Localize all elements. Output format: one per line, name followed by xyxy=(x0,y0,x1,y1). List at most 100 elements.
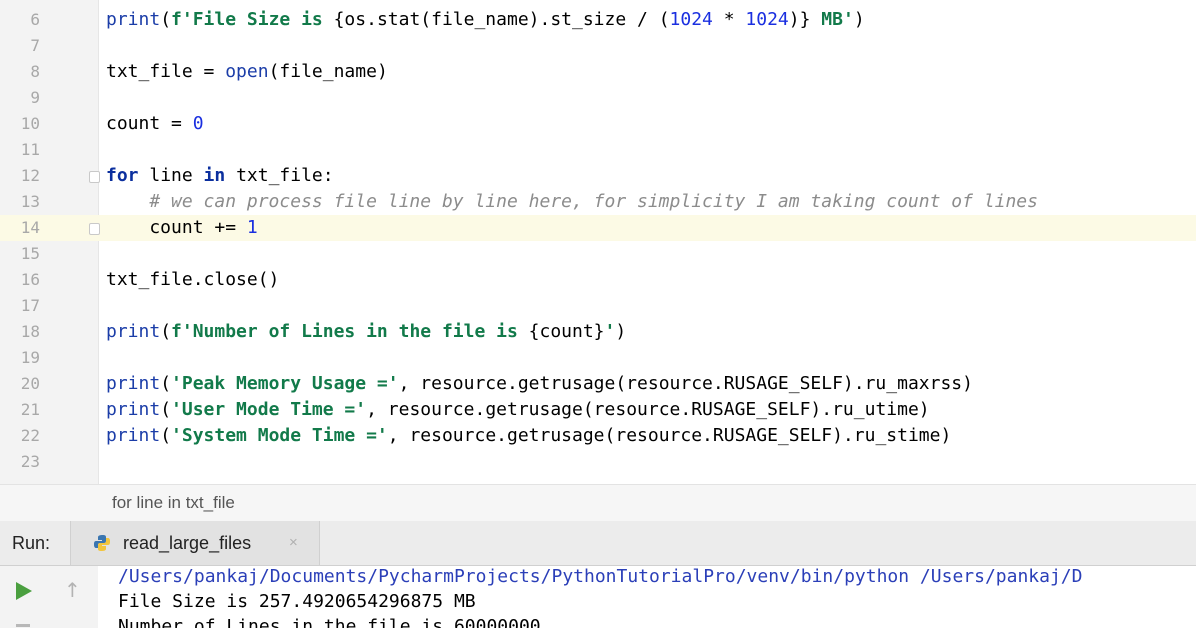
line-number: 23 xyxy=(20,452,40,471)
line-number: 11 xyxy=(20,140,40,159)
code-token: ) xyxy=(853,9,865,30)
line-number: 14 xyxy=(20,218,40,237)
close-tab-icon[interactable]: × xyxy=(289,521,298,565)
code-token: print xyxy=(106,425,161,446)
line-number: 9 xyxy=(30,88,40,107)
breadcrumb-bar: for line in txt_file xyxy=(0,484,1196,522)
code-token: 'Peak Memory Usage =' xyxy=(171,373,399,394)
arrow-up-icon[interactable]: ↑ xyxy=(64,578,81,602)
line-number: 8 xyxy=(30,62,40,81)
code-text: txt_file = open(file_name) xyxy=(106,59,388,85)
code-text: count += 1 xyxy=(106,215,258,241)
stop-icon[interactable] xyxy=(16,624,30,627)
code-text: txt_file.close() xyxy=(106,267,279,293)
code-line[interactable]: 12 for line in txt_file: xyxy=(0,163,1196,189)
fold-marker-icon[interactable] xyxy=(89,223,100,235)
code-line[interactable]: 10 count = 0 xyxy=(0,111,1196,137)
code-token: {count} xyxy=(528,321,605,342)
run-toolbar: ↑ xyxy=(0,566,99,628)
line-number: 13 xyxy=(20,192,40,211)
code-line[interactable]: 14 count += 1 xyxy=(0,215,1196,241)
run-console-output[interactable]: /Users/pankaj/Documents/PycharmProjects/… xyxy=(98,566,1196,628)
run-tab-read-large-files[interactable]: read_large_files × xyxy=(70,521,320,565)
code-token: MB' xyxy=(810,9,854,30)
code-line[interactable]: 16 txt_file.close() xyxy=(0,267,1196,293)
code-line[interactable]: 7 xyxy=(0,33,1196,59)
code-token: count = xyxy=(106,113,193,134)
code-token: , resource.getrusage(resource.RUSAGE_SEL… xyxy=(398,373,973,394)
code-token: in xyxy=(203,165,226,186)
line-number: 6 xyxy=(30,10,40,29)
line-number: 18 xyxy=(20,322,40,341)
code-token: (file_name) xyxy=(268,61,388,82)
code-line[interactable]: 20 print('Peak Memory Usage =', resource.… xyxy=(0,371,1196,397)
code-line[interactable]: 17 xyxy=(0,293,1196,319)
code-token: ) xyxy=(615,321,627,342)
code-token: print xyxy=(106,9,161,30)
code-token: 1 xyxy=(246,217,258,238)
run-tab-label: read_large_files xyxy=(123,533,252,553)
line-number: 19 xyxy=(20,348,40,367)
line-number: 17 xyxy=(20,296,40,315)
code-token: txt_file: xyxy=(225,165,334,186)
code-line[interactable]: 23 xyxy=(0,449,1196,475)
line-number: 7 xyxy=(30,36,40,55)
code-line[interactable]: 15 xyxy=(0,241,1196,267)
code-token: txt_file = xyxy=(106,61,226,82)
code-token: ( xyxy=(160,321,172,342)
code-token: line xyxy=(138,165,204,186)
code-line[interactable]: 18 print(f'Number of Lines in the file is… xyxy=(0,319,1196,345)
code-token: 0 xyxy=(192,113,204,134)
code-text: count = 0 xyxy=(106,111,204,137)
code-token: ( xyxy=(160,425,172,446)
line-number: 10 xyxy=(20,114,40,133)
line-number: 21 xyxy=(20,400,40,419)
code-token: 'User Mode Time =' xyxy=(171,399,367,420)
code-text: print('System Mode Time =', resource.get… xyxy=(106,423,951,449)
code-token: f'Number of Lines in the file is xyxy=(171,321,529,342)
code-editor[interactable]: 6 print(f'File Size is {os.stat(file_name… xyxy=(0,0,1196,484)
rerun-play-icon[interactable] xyxy=(16,582,32,600)
console-line: File Size is 257.4920654296875 MB xyxy=(118,591,476,612)
code-token: # we can process file line by line here,… xyxy=(106,191,1038,212)
line-number: 12 xyxy=(20,166,40,185)
code-text: # we can process file line by line here,… xyxy=(106,189,1038,215)
code-token: * xyxy=(712,9,746,30)
console-line: Number of Lines in the file is 60000000 xyxy=(118,616,541,628)
line-number: 20 xyxy=(20,374,40,393)
code-line[interactable]: 19 xyxy=(0,345,1196,371)
code-text: print(f'File Size is {os.stat(file_name)… xyxy=(106,7,865,33)
code-token: count += xyxy=(106,217,247,238)
code-token: 1024 xyxy=(745,9,789,30)
code-line[interactable]: 8 txt_file = open(file_name) xyxy=(0,59,1196,85)
code-line[interactable]: 21 print('User Mode Time =', resource.get… xyxy=(0,397,1196,423)
code-line[interactable]: 9 xyxy=(0,85,1196,111)
python-icon xyxy=(94,535,110,551)
code-text: print('User Mode Time =', resource.getru… xyxy=(106,397,930,423)
code-token: , resource.getrusage(resource.RUSAGE_SEL… xyxy=(387,425,952,446)
code-text: print('Peak Memory Usage =', resource.ge… xyxy=(106,371,973,397)
code-token: 'System Mode Time =' xyxy=(171,425,388,446)
code-text: for line in txt_file: xyxy=(106,163,334,189)
code-token: 1024 xyxy=(669,9,713,30)
code-line[interactable]: 11 xyxy=(0,137,1196,163)
breadcrumb[interactable]: for line in txt_file xyxy=(112,485,235,521)
code-token: open xyxy=(225,61,269,82)
code-token: )} xyxy=(788,9,811,30)
line-number: 16 xyxy=(20,270,40,289)
code-token: txt_file.close() xyxy=(106,269,280,290)
line-number: 15 xyxy=(20,244,40,263)
line-number: 22 xyxy=(20,426,40,445)
code-token: {os.stat(file_name).st_size / ( xyxy=(333,9,670,30)
code-token: , resource.getrusage(resource.RUSAGE_SEL… xyxy=(366,399,930,420)
code-line[interactable]: 6 print(f'File Size is {os.stat(file_name… xyxy=(0,7,1196,33)
run-tool-window-header: Run: read_large_files × xyxy=(0,521,1196,566)
code-token: ( xyxy=(160,373,172,394)
code-line[interactable]: 22 print('System Mode Time =', resource.g… xyxy=(0,423,1196,449)
code-text: print(f'Number of Lines in the file is {… xyxy=(106,319,626,345)
code-token: ( xyxy=(160,399,172,420)
code-token: ( xyxy=(160,9,172,30)
code-line[interactable]: 13 # we can process file line by line he… xyxy=(0,189,1196,215)
fold-marker-icon[interactable] xyxy=(89,171,100,183)
code-token: ' xyxy=(604,321,616,342)
